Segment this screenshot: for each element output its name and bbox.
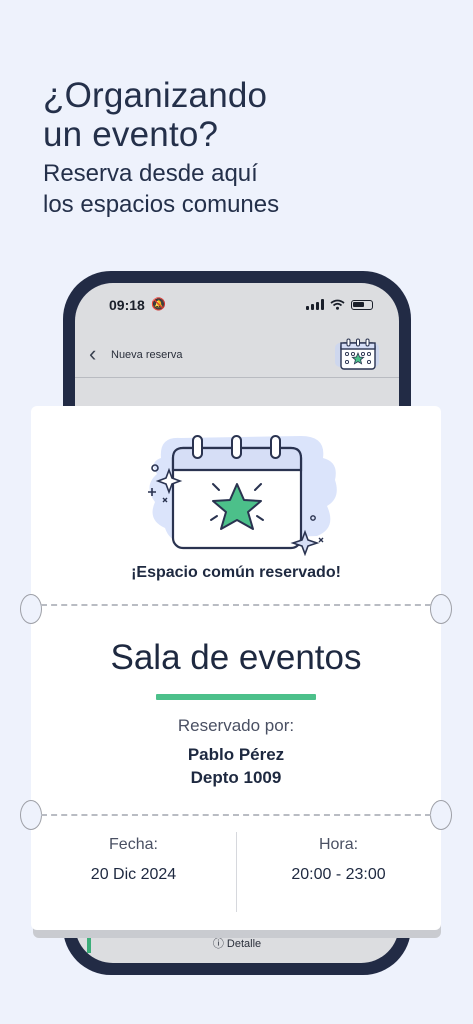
date-value: 20 Dic 2024 <box>90 866 177 883</box>
calendar-star-icon <box>148 435 337 556</box>
nav-bar: ‹ Nueva reserva <box>75 335 399 378</box>
status-time: 09:18 <box>109 297 145 313</box>
signal-icon <box>306 299 324 310</box>
silent-bell-icon: 🔕 <box>151 297 166 311</box>
date-section: Fecha: 20 Dic 2024 <box>31 836 236 884</box>
reservation-ticket: ¡Espacio común reservado! Sala de evento… <box>20 406 452 930</box>
calendar-star-icon <box>335 338 379 370</box>
headline-subtitle-line2: los espacios comunes <box>43 191 280 218</box>
headline: ¿Organizando un evento? Reserva desde aq… <box>43 76 463 220</box>
headline-subtitle-line1: Reserva desde aquí <box>43 160 258 187</box>
back-chevron-icon[interactable]: ‹ <box>89 341 96 367</box>
time-value: 20:00 - 23:00 <box>291 866 386 883</box>
ticket-divider <box>41 814 431 816</box>
reservation-confirmation-message: ¡Espacio común reservado! <box>131 564 341 581</box>
reserved-by-name: Pablo Pérez <box>187 745 285 764</box>
reserved-by-label: Reservado por: <box>177 716 295 735</box>
status-bar: 09:18 🔕 <box>109 297 373 317</box>
time-label: Hora: <box>318 836 359 853</box>
time-section: Hora: 20:00 - 23:00 <box>236 836 441 884</box>
battery-icon <box>351 299 373 310</box>
headline-title-line2: un evento? <box>43 115 219 154</box>
reserved-by: Pablo Pérez Depto 1009 <box>31 743 441 789</box>
nav-title: Nueva reserva <box>111 349 183 361</box>
date-label: Fecha: <box>109 836 158 853</box>
space-name: Sala de eventos <box>110 638 362 677</box>
ticket-divider <box>41 604 431 606</box>
reserved-by-unit: Depto 1009 <box>190 768 282 787</box>
wifi-icon <box>330 299 345 310</box>
accent-underline <box>156 694 316 700</box>
headline-title-line1: ¿Organizando <box>43 76 268 115</box>
